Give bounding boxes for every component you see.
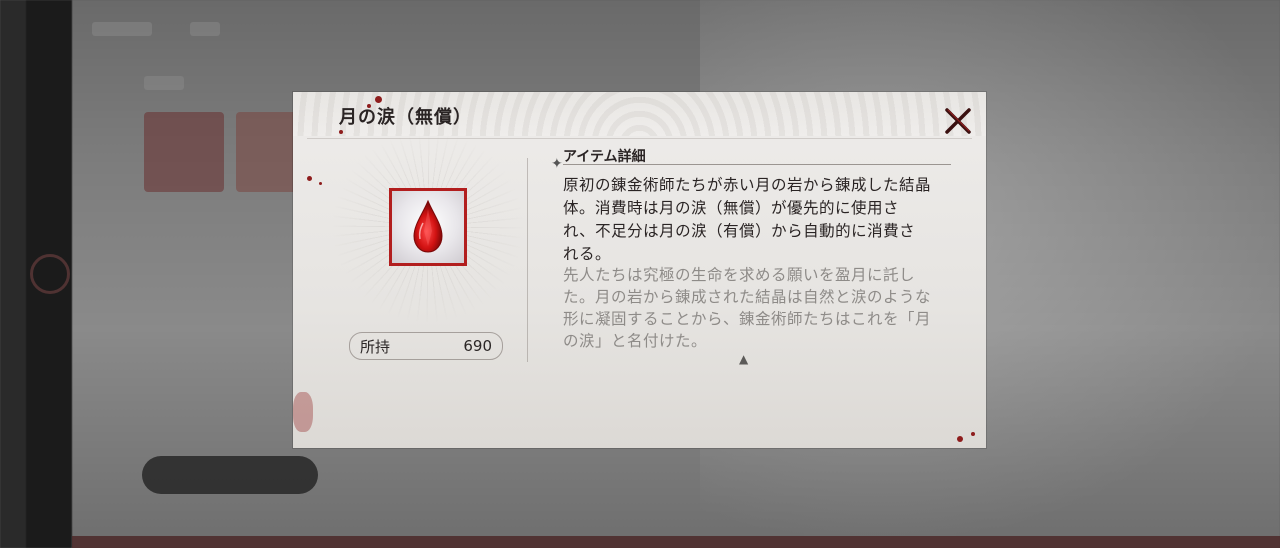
background-label [190, 22, 220, 36]
blood-splatter [293, 392, 313, 432]
item-description: 原初の錬金術師たちが赤い月の岩から錬成した結晶体。消費時は月の涙（無償）が優先的… [563, 176, 932, 263]
background-label [92, 22, 152, 36]
owned-value: 690 [463, 337, 492, 355]
blood-splatter [375, 96, 382, 103]
background-pill-button [142, 456, 318, 494]
dialog-title: 月の涙（無償） [339, 107, 472, 128]
blood-splatter [971, 432, 975, 436]
owned-label: 所持 [360, 338, 391, 356]
background-bottom-bar [72, 536, 1280, 548]
blood-splatter [319, 182, 322, 185]
blood-drop-gem-icon [413, 199, 443, 253]
background-item-thumb [144, 112, 224, 192]
blood-splatter [339, 130, 343, 134]
owned-count-box: 所持 690 [349, 332, 503, 360]
close-button[interactable] [941, 104, 975, 138]
column-divider [527, 158, 528, 362]
background-label [144, 76, 184, 90]
arrow-up-icon[interactable]: ▲ [739, 352, 748, 366]
blood-splatter [957, 436, 963, 442]
background-nav-icon [30, 254, 70, 294]
sparkle-icon: ✦ [551, 156, 563, 172]
section-title: アイテム詳細 [563, 149, 646, 165]
blood-splatter [307, 176, 312, 181]
section-underline [563, 164, 951, 165]
close-x-icon [945, 108, 971, 134]
item-lore: 先人たちは究極の生命を求める願いを盈月に託した。月の岩から錬成された結晶は自然と… [563, 266, 932, 350]
item-icon-frame [389, 188, 467, 266]
item-detail-dialog: 月の涙（無償） 所持 690 ✦ アイテム詳細 原初の錬金術師たちが赤い月の岩か… [293, 92, 986, 448]
